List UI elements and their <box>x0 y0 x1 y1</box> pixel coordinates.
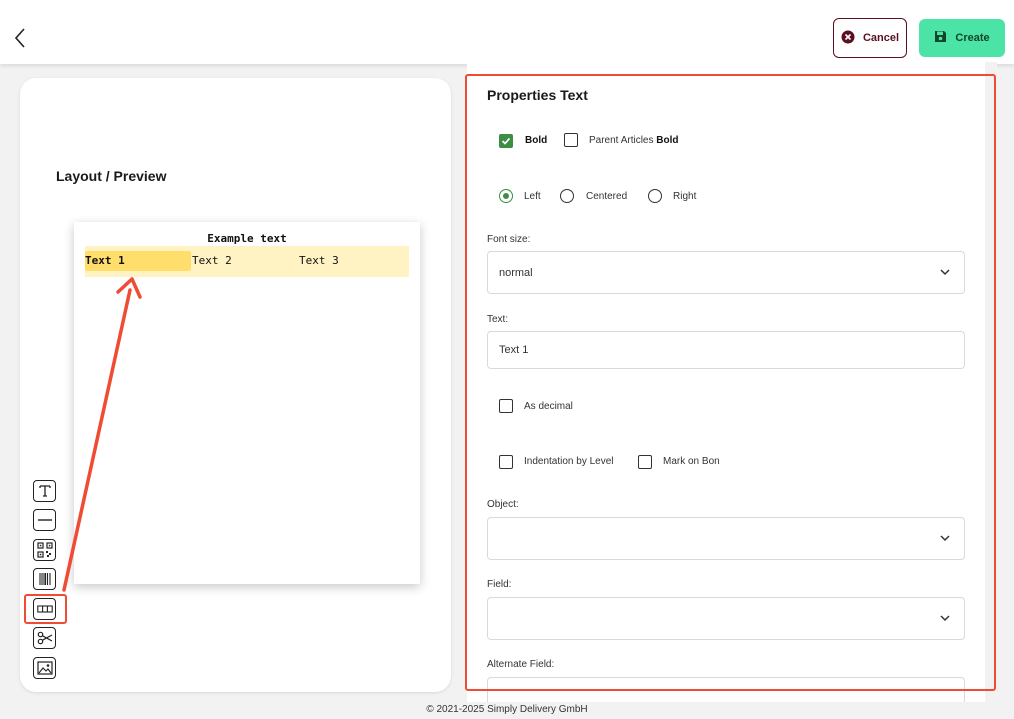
chevron-down-icon <box>940 535 950 542</box>
line-tool-button[interactable] <box>33 509 56 531</box>
barcode-tool-icon <box>38 573 51 585</box>
barcode-tool-button[interactable] <box>33 568 56 590</box>
chevron-left-icon <box>14 28 25 48</box>
preview-cell[interactable]: Text 3 <box>299 251 339 271</box>
create-button[interactable]: Create <box>919 19 1005 57</box>
font-size-select[interactable]: normal <box>487 251 965 294</box>
checkmark-icon <box>501 137 511 145</box>
as-decimal-checkbox[interactable] <box>499 399 513 413</box>
parent-articles-bold-checkbox[interactable] <box>564 133 578 147</box>
text-tool-button[interactable] <box>33 480 56 502</box>
align-left-label: Left <box>524 191 541 202</box>
parent-articles-bold-label-prefix: Parent Articles <box>589 135 657 146</box>
text-input[interactable]: Text 1 <box>487 331 965 369</box>
bold-checkbox[interactable] <box>499 134 513 148</box>
back-button[interactable] <box>10 26 30 50</box>
field-select[interactable] <box>487 597 965 640</box>
scrollbar-track[interactable] <box>985 62 997 702</box>
cancel-button[interactable]: Cancel <box>833 18 907 58</box>
chevron-down-icon <box>940 615 950 622</box>
indentation-by-level-checkbox[interactable] <box>499 455 513 469</box>
preview-text-row[interactable]: Text 1 Text 2 Text 3 <box>85 246 409 277</box>
align-centered-label: Centered <box>586 191 628 202</box>
parent-articles-bold-label: Parent Articles Bold <box>589 135 678 146</box>
qr-code-tool-button[interactable] <box>33 539 56 561</box>
as-decimal-label: As decimal <box>524 401 573 412</box>
image-tool-button[interactable] <box>33 657 56 679</box>
text-input-value: Text 1 <box>499 344 529 356</box>
preview-example-title: Example text <box>207 232 287 245</box>
qr-code-tool-icon <box>36 542 53 558</box>
properties-title: Properties Text <box>487 87 588 103</box>
align-right-label: Right <box>673 191 697 202</box>
scissors-tool-icon <box>37 631 52 645</box>
receipt-preview-paper: Example text Text 1 Text 2 Text 3 <box>74 222 420 584</box>
parent-articles-bold-label-emph: Bold <box>656 135 679 146</box>
align-left-radio[interactable] <box>499 189 513 203</box>
mark-on-bon-checkbox[interactable] <box>638 455 652 469</box>
alternate-field-label: Alternate Field: <box>487 659 555 670</box>
object-select[interactable] <box>487 517 965 560</box>
image-tool-icon <box>36 661 53 675</box>
chevron-down-icon <box>940 269 950 276</box>
layout-preview-panel: Layout / Preview Example text Text 1 Tex… <box>20 78 451 692</box>
text-label: Text: <box>487 314 509 325</box>
layout-preview-title: Layout / Preview <box>56 168 167 184</box>
cancel-circle-icon <box>841 30 855 47</box>
alternate-field-select[interactable] <box>487 677 965 702</box>
footer-copyright: © 2021-2025 Simply Delivery GmbH <box>426 704 588 715</box>
properties-panel: Properties Text Bold Parent Articles Bol… <box>467 62 985 702</box>
object-label: Object: <box>487 499 519 510</box>
cancel-button-label: Cancel <box>862 32 900 44</box>
font-size-label: Font size: <box>487 234 531 245</box>
text-tool-icon <box>38 485 51 497</box>
floppy-disk-icon <box>934 30 947 46</box>
top-bar: Cancel Create <box>0 0 1014 64</box>
align-right-radio[interactable] <box>648 189 662 203</box>
mark-on-bon-label: Mark on Bon <box>663 456 720 467</box>
align-centered-radio[interactable] <box>560 189 574 203</box>
selected-tool-highlight <box>24 594 67 624</box>
indentation-by-level-label: Indentation by Level <box>524 456 614 467</box>
bold-label: Bold <box>525 135 548 146</box>
field-label: Field: <box>487 579 512 590</box>
line-tool-icon <box>37 519 52 521</box>
preview-cell[interactable]: Text 2 <box>192 251 232 271</box>
preview-cell-selected[interactable]: Text 1 <box>85 251 191 271</box>
create-button-label: Create <box>955 32 990 44</box>
scissors-tool-button[interactable] <box>33 627 56 649</box>
font-size-value: normal <box>499 266 533 279</box>
